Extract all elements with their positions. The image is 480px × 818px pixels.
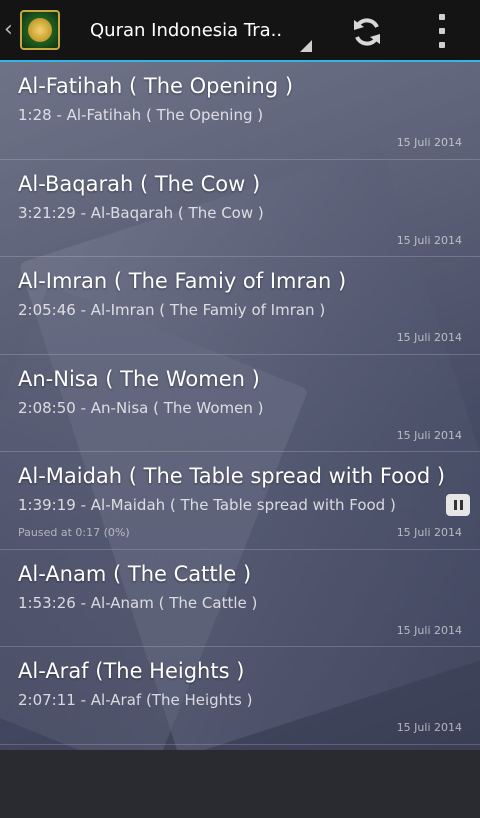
quran-app-icon[interactable] — [20, 10, 60, 50]
surah-title: Al-Araf (The Heights ) — [18, 659, 245, 683]
surah-list: Al-Fatihah ( The Opening ) 1:28 - Al-Fat… — [0, 62, 480, 745]
list-item[interactable]: An-Nisa ( The Women ) 2:08:50 - An-Nisa … — [0, 355, 480, 452]
surah-title: Al-Imran ( The Famiy of Imran ) — [18, 269, 347, 293]
list-item[interactable]: Al-Baqarah ( The Cow ) 3:21:29 - Al-Baqa… — [0, 160, 480, 257]
surah-title: Al-Anam ( The Cattle ) — [18, 561, 252, 586]
download-status: Paused at 0:17 (0%) — [18, 526, 130, 539]
surah-subtitle: 1:53:26 - Al-Anam ( The Cattle ) — [18, 593, 258, 612]
surah-date: 15 Juli 2014 — [396, 428, 462, 442]
pause-icon[interactable] — [446, 494, 470, 516]
spinner-indicator-icon — [300, 40, 312, 52]
refresh-icon[interactable] — [350, 15, 384, 49]
surah-title: Al-Fatihah ( The Opening ) — [18, 74, 294, 98]
surah-subtitle: 2:07:11 - Al-Araf (The Heights ) — [18, 691, 253, 709]
action-bar: ‹ Quran Indonesia Tra.. — [0, 0, 480, 62]
overflow-menu-icon[interactable] — [432, 14, 452, 48]
surah-subtitle: 2:05:46 - Al-Imran ( The Famiy of Imran … — [18, 301, 326, 319]
surah-date: 15 Juli 2014 — [396, 136, 462, 149]
surah-subtitle: 1:39:19 - Al-Maidah ( The Table spread w… — [18, 496, 396, 514]
surah-subtitle: 3:21:29 - Al-Baqarah ( The Cow ) — [18, 203, 264, 222]
list-item[interactable]: Al-Araf (The Heights ) 2:07:11 - Al-Araf… — [0, 647, 480, 745]
surah-date: 15 Juli 2014 — [396, 331, 462, 344]
surah-date: 15 Juli 2014 — [396, 526, 462, 539]
chevron-left-icon[interactable]: ‹ — [4, 0, 18, 61]
surah-date: 15 Juli 2014 — [396, 721, 462, 734]
surah-subtitle: 2:08:50 - An-Nisa ( The Women ) — [18, 398, 264, 417]
list-item[interactable]: Al-Imran ( The Famiy of Imran ) 2:05:46 … — [0, 257, 480, 355]
list-item[interactable]: Al-Anam ( The Cattle ) 1:53:26 - Al-Anam… — [0, 550, 480, 647]
action-bar-title[interactable]: Quran Indonesia Tra.. — [90, 20, 282, 41]
surah-title: An-Nisa ( The Women ) — [18, 366, 260, 391]
surah-subtitle: 1:28 - Al-Fatihah ( The Opening ) — [18, 106, 264, 124]
bottom-empty-area — [0, 750, 480, 818]
surah-title: Al-Baqarah ( The Cow ) — [18, 171, 261, 196]
surah-date: 15 Juli 2014 — [396, 233, 462, 247]
surah-title: Al-Maidah ( The Table spread with Food ) — [18, 464, 446, 488]
surah-date: 15 Juli 2014 — [396, 623, 462, 637]
list-item[interactable]: Al-Maidah ( The Table spread with Food )… — [0, 452, 480, 550]
list-item[interactable]: Al-Fatihah ( The Opening ) 1:28 - Al-Fat… — [0, 62, 480, 160]
